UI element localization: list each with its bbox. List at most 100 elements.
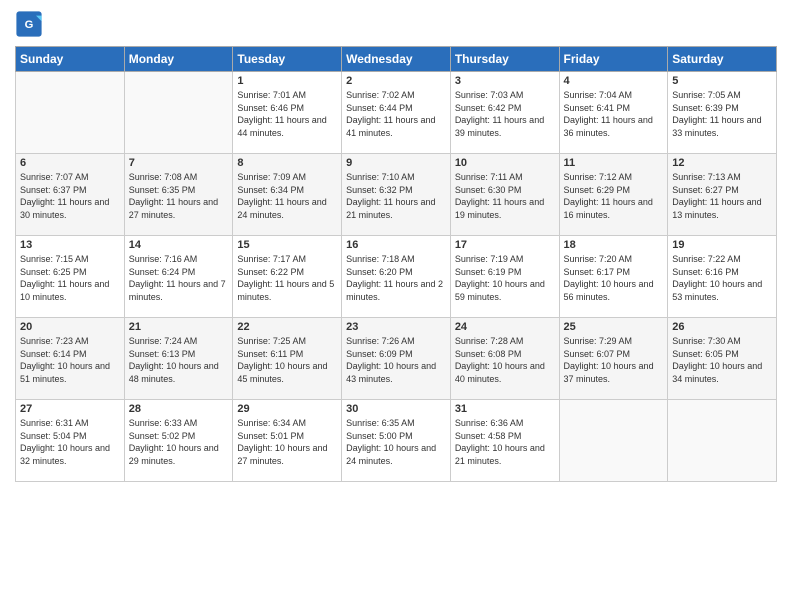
- day-info: Sunrise: 7:15 AM Sunset: 6:25 PM Dayligh…: [20, 253, 120, 303]
- calendar-cell: 30 Sunrise: 6:35 AM Sunset: 5:00 PM Dayli…: [342, 400, 451, 482]
- day-number: 30: [346, 403, 446, 415]
- day-info: Sunrise: 7:26 AM Sunset: 6:09 PM Dayligh…: [346, 335, 446, 385]
- calendar-table: SundayMondayTuesdayWednesdayThursdayFrid…: [15, 46, 777, 482]
- day-info: Sunrise: 6:33 AM Sunset: 5:02 PM Dayligh…: [129, 417, 229, 467]
- day-number: 13: [20, 239, 120, 251]
- calendar-cell: 8 Sunrise: 7:09 AM Sunset: 6:34 PM Daylig…: [233, 154, 342, 236]
- column-header-saturday: Saturday: [668, 47, 777, 72]
- logo: G: [15, 10, 47, 38]
- calendar-cell: 2 Sunrise: 7:02 AM Sunset: 6:44 PM Daylig…: [342, 72, 451, 154]
- day-info: Sunrise: 6:34 AM Sunset: 5:01 PM Dayligh…: [237, 417, 337, 467]
- day-info: Sunrise: 7:22 AM Sunset: 6:16 PM Dayligh…: [672, 253, 772, 303]
- day-info: Sunrise: 7:17 AM Sunset: 6:22 PM Dayligh…: [237, 253, 337, 303]
- calendar-cell: 21 Sunrise: 7:24 AM Sunset: 6:13 PM Dayli…: [124, 318, 233, 400]
- calendar-cell: 20 Sunrise: 7:23 AM Sunset: 6:14 PM Dayli…: [16, 318, 125, 400]
- day-info: Sunrise: 7:20 AM Sunset: 6:17 PM Dayligh…: [564, 253, 664, 303]
- column-header-thursday: Thursday: [450, 47, 559, 72]
- day-number: 8: [237, 157, 337, 169]
- calendar-cell: 11 Sunrise: 7:12 AM Sunset: 6:29 PM Dayli…: [559, 154, 668, 236]
- calendar-cell: 16 Sunrise: 7:18 AM Sunset: 6:20 PM Dayli…: [342, 236, 451, 318]
- day-info: Sunrise: 7:10 AM Sunset: 6:32 PM Dayligh…: [346, 171, 446, 221]
- day-number: 27: [20, 403, 120, 415]
- day-info: Sunrise: 7:23 AM Sunset: 6:14 PM Dayligh…: [20, 335, 120, 385]
- calendar-cell: 25 Sunrise: 7:29 AM Sunset: 6:07 PM Dayli…: [559, 318, 668, 400]
- day-info: Sunrise: 7:30 AM Sunset: 6:05 PM Dayligh…: [672, 335, 772, 385]
- day-info: Sunrise: 7:03 AM Sunset: 6:42 PM Dayligh…: [455, 89, 555, 139]
- day-info: Sunrise: 7:09 AM Sunset: 6:34 PM Dayligh…: [237, 171, 337, 221]
- column-header-wednesday: Wednesday: [342, 47, 451, 72]
- day-info: Sunrise: 7:16 AM Sunset: 6:24 PM Dayligh…: [129, 253, 229, 303]
- day-number: 9: [346, 157, 446, 169]
- calendar-cell: 6Sunrise: 7:07 AM Sunset: 6:37 PM Daylig…: [16, 154, 125, 236]
- day-info: Sunrise: 7:19 AM Sunset: 6:19 PM Dayligh…: [455, 253, 555, 303]
- calendar-cell: 28 Sunrise: 6:33 AM Sunset: 5:02 PM Dayli…: [124, 400, 233, 482]
- day-number: 24: [455, 321, 555, 333]
- calendar-cell: 14Sunrise: 7:16 AM Sunset: 6:24 PM Dayli…: [124, 236, 233, 318]
- day-info: Sunrise: 7:29 AM Sunset: 6:07 PM Dayligh…: [564, 335, 664, 385]
- day-info: Sunrise: 7:05 AM Sunset: 6:39 PM Dayligh…: [672, 89, 772, 139]
- day-number: 12: [672, 157, 772, 169]
- day-number: 11: [564, 157, 664, 169]
- calendar-cell: [124, 72, 233, 154]
- column-header-friday: Friday: [559, 47, 668, 72]
- day-number: 28: [129, 403, 229, 415]
- day-info: Sunrise: 7:28 AM Sunset: 6:08 PM Dayligh…: [455, 335, 555, 385]
- day-number: 23: [346, 321, 446, 333]
- day-number: 16: [346, 239, 446, 251]
- day-number: 6: [20, 157, 120, 169]
- day-number: 5: [672, 75, 772, 87]
- calendar-cell: [559, 400, 668, 482]
- day-info: Sunrise: 7:12 AM Sunset: 6:29 PM Dayligh…: [564, 171, 664, 221]
- calendar-cell: 26 Sunrise: 7:30 AM Sunset: 6:05 PM Dayli…: [668, 318, 777, 400]
- day-number: 29: [237, 403, 337, 415]
- day-number: 15: [237, 239, 337, 251]
- day-info: Sunrise: 6:31 AM Sunset: 5:04 PM Dayligh…: [20, 417, 120, 467]
- calendar-cell: 4 Sunrise: 7:04 AM Sunset: 6:41 PM Daylig…: [559, 72, 668, 154]
- day-number: 18: [564, 239, 664, 251]
- day-number: 7: [129, 157, 229, 169]
- day-number: 21: [129, 321, 229, 333]
- calendar-cell: 15 Sunrise: 7:17 AM Sunset: 6:22 PM Dayli…: [233, 236, 342, 318]
- day-number: 17: [455, 239, 555, 251]
- day-number: 3: [455, 75, 555, 87]
- day-number: 1: [237, 75, 337, 87]
- day-number: 25: [564, 321, 664, 333]
- day-number: 19: [672, 239, 772, 251]
- day-number: 4: [564, 75, 664, 87]
- day-info: Sunrise: 6:35 AM Sunset: 5:00 PM Dayligh…: [346, 417, 446, 467]
- column-header-sunday: Sunday: [16, 47, 125, 72]
- calendar-cell: 19 Sunrise: 7:22 AM Sunset: 6:16 PM Dayli…: [668, 236, 777, 318]
- day-info: Sunrise: 7:04 AM Sunset: 6:41 PM Dayligh…: [564, 89, 664, 139]
- calendar-cell: 31 Sunrise: 6:36 AM Sunset: 4:58 PM Dayli…: [450, 400, 559, 482]
- calendar-cell: 10Sunrise: 7:11 AM Sunset: 6:30 PM Dayli…: [450, 154, 559, 236]
- svg-text:G: G: [25, 19, 34, 31]
- calendar-cell: [16, 72, 125, 154]
- day-number: 10: [455, 157, 555, 169]
- day-info: Sunrise: 7:02 AM Sunset: 6:44 PM Dayligh…: [346, 89, 446, 139]
- calendar-cell: 17 Sunrise: 7:19 AM Sunset: 6:19 PM Dayli…: [450, 236, 559, 318]
- day-number: 20: [20, 321, 120, 333]
- calendar-cell: 13 Sunrise: 7:15 AM Sunset: 6:25 PM Dayli…: [16, 236, 125, 318]
- calendar-cell: 23 Sunrise: 7:26 AM Sunset: 6:09 PM Dayli…: [342, 318, 451, 400]
- calendar-cell: 22 Sunrise: 7:25 AM Sunset: 6:11 PM Dayli…: [233, 318, 342, 400]
- day-number: 26: [672, 321, 772, 333]
- column-header-tuesday: Tuesday: [233, 47, 342, 72]
- day-info: Sunrise: 7:24 AM Sunset: 6:13 PM Dayligh…: [129, 335, 229, 385]
- calendar-cell: [668, 400, 777, 482]
- calendar-cell: 1Sunrise: 7:01 AM Sunset: 6:46 PM Daylig…: [233, 72, 342, 154]
- calendar-cell: 29 Sunrise: 6:34 AM Sunset: 5:01 PM Dayli…: [233, 400, 342, 482]
- day-info: Sunrise: 7:08 AM Sunset: 6:35 PM Dayligh…: [129, 171, 229, 221]
- calendar-cell: 7 Sunrise: 7:08 AM Sunset: 6:35 PM Daylig…: [124, 154, 233, 236]
- day-info: Sunrise: 7:18 AM Sunset: 6:20 PM Dayligh…: [346, 253, 446, 303]
- calendar-cell: 3 Sunrise: 7:03 AM Sunset: 6:42 PM Daylig…: [450, 72, 559, 154]
- day-info: Sunrise: 7:13 AM Sunset: 6:27 PM Dayligh…: [672, 171, 772, 221]
- calendar-cell: 12 Sunrise: 7:13 AM Sunset: 6:27 PM Dayli…: [668, 154, 777, 236]
- day-info: Sunrise: 6:36 AM Sunset: 4:58 PM Dayligh…: [455, 417, 555, 467]
- day-number: 2: [346, 75, 446, 87]
- day-number: 31: [455, 403, 555, 415]
- calendar-cell: 24 Sunrise: 7:28 AM Sunset: 6:08 PM Dayli…: [450, 318, 559, 400]
- day-number: 22: [237, 321, 337, 333]
- day-info: Sunrise: 7:25 AM Sunset: 6:11 PM Dayligh…: [237, 335, 337, 385]
- logo-icon: G: [15, 10, 43, 38]
- column-header-monday: Monday: [124, 47, 233, 72]
